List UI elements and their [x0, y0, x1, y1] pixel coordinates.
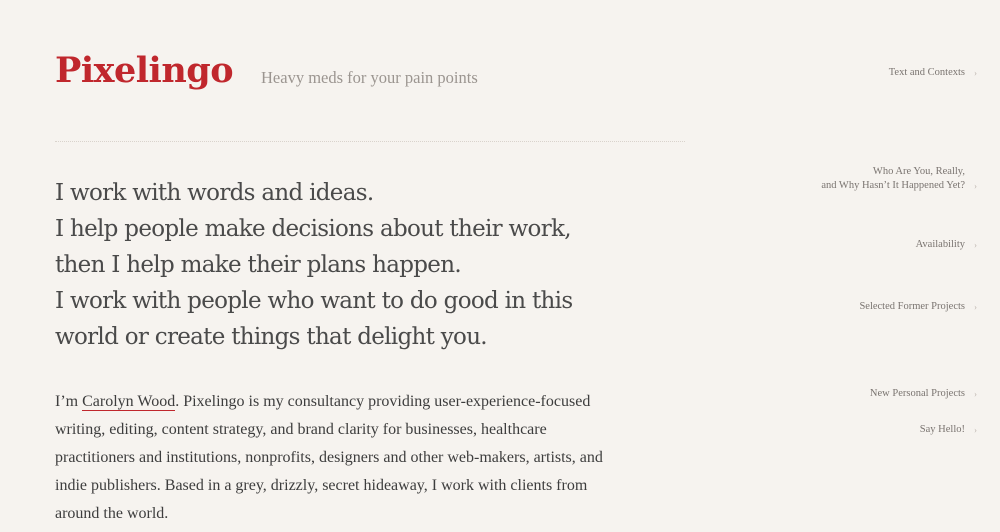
intro-line: then I help make their plans happen. [55, 252, 462, 278]
sidebar-nav: Text and Contexts › Who Are You, Really,… [705, 0, 977, 532]
nav-item-text-and-contexts[interactable]: Text and Contexts › [888, 66, 977, 80]
intro-statement: I work with words and ideas. I help peop… [55, 175, 695, 355]
bio-line: practitioners and institutions, nonprofi… [55, 449, 603, 466]
site-tagline: Heavy meds for your pain points [261, 68, 478, 87]
intro-line: I work with people who want to do good i… [55, 288, 573, 314]
header-divider [55, 141, 685, 142]
bio-prefix: I’m [55, 393, 83, 410]
nav-item-availability[interactable]: Availability › [915, 238, 977, 252]
bio-line: writing, editing, content strategy, and … [55, 421, 547, 438]
chevron-right-icon: › [974, 389, 977, 399]
intro-line: I help people make decisions about their… [55, 216, 572, 242]
bio-line: around the world. [55, 505, 169, 522]
bio-line: indie publishers. Based in a grey, drizz… [55, 477, 588, 494]
intro-line: world or create things that delight you. [55, 324, 488, 350]
chevron-right-icon: › [974, 240, 977, 250]
nav-item-label: Text and Contexts [888, 67, 965, 78]
nav-item-say-hello[interactable]: Say Hello! › [919, 423, 977, 437]
nav-item-selected-former-projects[interactable]: Selected Former Projects › [859, 300, 977, 314]
nav-item-who-are-you[interactable]: Who Are You, Really, and Why Hasn’t It H… [821, 165, 977, 193]
nav-item-label: Selected Former Projects [859, 301, 965, 312]
bio-line: I’m Carolyn Wood. Pixelingo is my consul… [55, 388, 695, 416]
nav-item-label: Say Hello! [919, 424, 965, 435]
author-name-link[interactable]: Carolyn Wood [82, 393, 176, 411]
nav-item-label: New Personal Projects [869, 388, 965, 399]
bio-line1-rest: . Pixelingo is my consultancy providing … [175, 393, 591, 410]
nav-item-label: Who Are You, Really, [872, 166, 965, 177]
nav-item-new-personal-projects[interactable]: New Personal Projects › [869, 387, 977, 401]
nav-item-label: Availability [915, 239, 965, 250]
intro-line: I work with words and ideas. [55, 180, 374, 206]
site-logo[interactable]: Pixelingo [55, 46, 234, 96]
chevron-right-icon: › [974, 302, 977, 312]
chevron-right-icon: › [974, 68, 977, 78]
chevron-right-icon: › [974, 181, 977, 191]
bio-paragraph: I’m Carolyn Wood. Pixelingo is my consul… [55, 388, 695, 528]
nav-item-label: and Why Hasn’t It Happened Yet? [821, 180, 965, 191]
chevron-right-icon: › [974, 425, 977, 435]
